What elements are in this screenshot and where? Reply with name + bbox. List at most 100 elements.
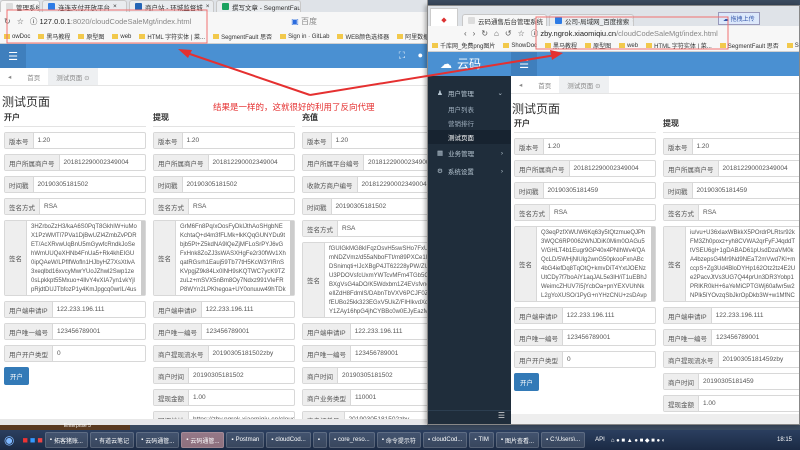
sidebar-subitem[interactable]: 测试页面 — [428, 130, 511, 144]
reload-icon[interactable]: ↻ — [4, 17, 11, 26]
bookmark-item[interactable]: SegmentFault 思否 — [719, 41, 779, 50]
address-bar[interactable]: ‹ › ↻ ⌂ ↺ ☆ ⓘ zby.ngrok.xiaomiqiu.cn/cloudCod… — [428, 26, 799, 40]
taskbar-item[interactable]: ▪ 图片查看... — [495, 432, 540, 448]
undo-icon[interactable]: ↺ — [505, 29, 512, 38]
field-input[interactable]: 20190305181502 — [34, 177, 93, 192]
field-input[interactable]: 123456789001 — [712, 330, 763, 345]
field-input[interactable]: 123456789001 — [202, 324, 253, 339]
pinned-app-icon[interactable]: ■ — [22, 435, 27, 445]
field-input[interactable]: RSA — [699, 205, 720, 220]
field-input[interactable]: 1.20 — [332, 133, 353, 148]
pinned-app-icon[interactable]: ■ — [37, 435, 42, 445]
field-input[interactable]: RSA — [40, 199, 61, 214]
field-input[interactable]: 20190305181459 — [693, 183, 752, 198]
reload-icon[interactable]: ↻ — [481, 29, 488, 38]
tab-home[interactable]: 首页 — [530, 76, 559, 93]
menu-toggle-icon[interactable]: ☰ — [511, 52, 537, 76]
bookmark-item[interactable]: Sign in · GitLab — [786, 43, 799, 49]
field-input[interactable]: 1.20 — [34, 133, 55, 148]
field-input[interactable]: 122.233.196.111 — [712, 308, 768, 323]
signature-textarea[interactable]: 3HZrboZzH3/kaA6S0PqT8GkhlW+iuMoX1PzWMTl7… — [27, 221, 145, 295]
bookmark-item[interactable]: HTML 字符实体 | 菜... — [646, 41, 712, 50]
bookmark-item[interactable]: 黑马教程 — [38, 32, 70, 41]
taskbar-item[interactable]: ▪ 有道云笔记 — [89, 432, 135, 448]
field-input[interactable]: 201812290002349004 — [209, 155, 282, 170]
browser-tab[interactable]: 公司-局域网_百度搜索× — [549, 14, 634, 26]
taskbar-item[interactable]: ▪ — [312, 432, 327, 448]
field-input[interactable]: 20190305181459 — [544, 183, 603, 198]
field-input[interactable]: 123456789001 — [351, 346, 402, 361]
field-input[interactable]: 1.20 — [693, 139, 714, 154]
tabs-scroll-left-icon[interactable]: ◂ — [511, 76, 530, 93]
field-input[interactable]: 201812290002349004 — [364, 155, 427, 170]
field-input[interactable]: 122.233.196.111 — [202, 302, 258, 317]
field-input[interactable]: 201812290002349004 — [570, 161, 643, 176]
taskbar-item[interactable]: ▪ cloudCod... — [266, 432, 311, 448]
field-input[interactable]: 201812290002349004 — [60, 155, 133, 170]
bookmark-item[interactable]: web — [619, 43, 638, 49]
sidebar-item[interactable]: ♟ 用户管理 ⌄ — [428, 84, 511, 102]
taskbar-item[interactable]: ▪ 云码通管... — [136, 432, 180, 448]
back-icon[interactable]: ‹ — [464, 29, 467, 38]
tab-close-icon[interactable]: × — [206, 3, 210, 10]
taskbar-item[interactable]: ▪ Postman — [226, 432, 265, 448]
sidebar-collapse-icon[interactable]: ☰ — [428, 410, 511, 424]
submit-button[interactable]: 开户 — [514, 373, 539, 391]
bookmark-item[interactable]: Sign in · GitLab — [280, 34, 329, 40]
tab-home[interactable]: 首页 — [19, 68, 48, 85]
bookmark-item[interactable]: 黑马教程 — [545, 41, 577, 50]
app-logo[interactable]: ☁ 云码 — [440, 55, 481, 72]
field-input[interactable]: 20190305181459 — [699, 374, 758, 389]
tab-test-page[interactable]: 测试页面 ⊙ — [48, 68, 98, 85]
home-icon[interactable]: ⌂ — [494, 29, 499, 38]
sidebar-subitem[interactable]: 营销排行 — [428, 116, 511, 130]
sidebar-subitem[interactable]: 用户列表 — [428, 102, 511, 116]
signature-textarea[interactable]: iu/vu+U36xlaxWBkkX5POrdrPLRtsr92kFM3Zh0p… — [686, 227, 799, 301]
field-input[interactable]: 201812290002349004 — [719, 161, 792, 176]
bookmark-item[interactable]: web — [112, 34, 131, 40]
field-input[interactable]: 201812290002349004 — [358, 177, 428, 192]
field-input[interactable]: 20190305181502 — [183, 177, 242, 192]
field-input[interactable]: 1.20 — [183, 133, 204, 148]
forward-icon[interactable]: › — [473, 29, 476, 38]
fullscreen-icon[interactable]: ⛶ — [399, 50, 405, 61]
field-input[interactable]: 123456789001 — [563, 330, 614, 345]
signature-textarea[interactable]: GrM6Fn8Pq/xOosFyDkIJthAoSHgbNEKchtaQ+d4m… — [176, 221, 294, 295]
taskbar-item[interactable]: ▪ TIM — [469, 432, 494, 448]
taskbar-item[interactable]: ▪ 拓客猪账... — [44, 432, 88, 448]
field-input[interactable]: 122.233.196.111 — [53, 302, 109, 317]
upload-extension-button[interactable]: ☁ 拖拽上传 — [718, 12, 760, 25]
tab-close-icon[interactable]: × — [113, 3, 117, 10]
browser-tab[interactable]: 管理系统× — [0, 0, 40, 12]
signature-textarea[interactable]: fGUIGkMG8kIFqzOsvH5swSHo7FxUymNDZVmz/d55… — [325, 243, 427, 317]
bookmark-item[interactable]: ShowDoc — [503, 43, 537, 49]
bookmark-item[interactable]: 阿里数据库连接池d... — [397, 32, 427, 41]
field-input[interactable]: 123456789001 — [53, 324, 104, 339]
bookmark-item[interactable]: 原型图 — [585, 41, 611, 50]
star-icon[interactable]: ☆ — [518, 29, 525, 38]
url-text[interactable]: ⓘ 127.0.0.1:8020/cloudCodeSaleMgt/index.… — [30, 16, 191, 27]
tab-close-icon[interactable]: × — [632, 17, 633, 24]
menu-toggle-icon[interactable]: ☰ — [0, 44, 26, 68]
address-bar[interactable]: ↻ ☆ ⓘ 127.0.0.1:8020/cloudCodeSaleMgt/in… — [0, 12, 427, 30]
taskbar-item[interactable]: ▪ 命令提示符 — [376, 432, 421, 448]
field-input[interactable]: 20190305181502 — [189, 368, 248, 383]
start-button-icon[interactable]: ◉ — [4, 433, 14, 447]
field-input[interactable]: 1.00 — [189, 390, 210, 405]
tab-test-page[interactable]: 测试页面 ⊙ — [559, 76, 609, 93]
field-input[interactable]: RSA — [550, 205, 571, 220]
taskbar-item[interactable]: ▪ C:\Users\... — [541, 432, 586, 448]
field-input[interactable]: 20190305181502zby — [209, 346, 278, 361]
field-input[interactable]: 20190305181459zby — [719, 352, 788, 367]
field-input[interactable]: 0 — [53, 346, 65, 361]
field-input[interactable]: 122.233.196.111 — [351, 324, 407, 339]
url-text[interactable]: ⓘ zby.ngrok.xiaomiqiu.cn/cloudCodeSaleMg… — [531, 28, 718, 39]
taskbar-item[interactable]: ▪ core_reso... — [328, 432, 375, 448]
bookmark-item[interactable]: SegmentFault 思否 — [213, 32, 272, 41]
field-input[interactable]: RSA — [338, 221, 359, 236]
field-input[interactable]: 110001 — [351, 390, 380, 405]
sidebar-item[interactable]: ⚙ 系统设置 › — [428, 162, 511, 180]
field-input[interactable]: 0 — [563, 352, 575, 367]
browser-tab[interactable]: 连连支付开放平台 × — [42, 0, 127, 12]
field-input[interactable]: 20190305181502 — [332, 199, 391, 214]
